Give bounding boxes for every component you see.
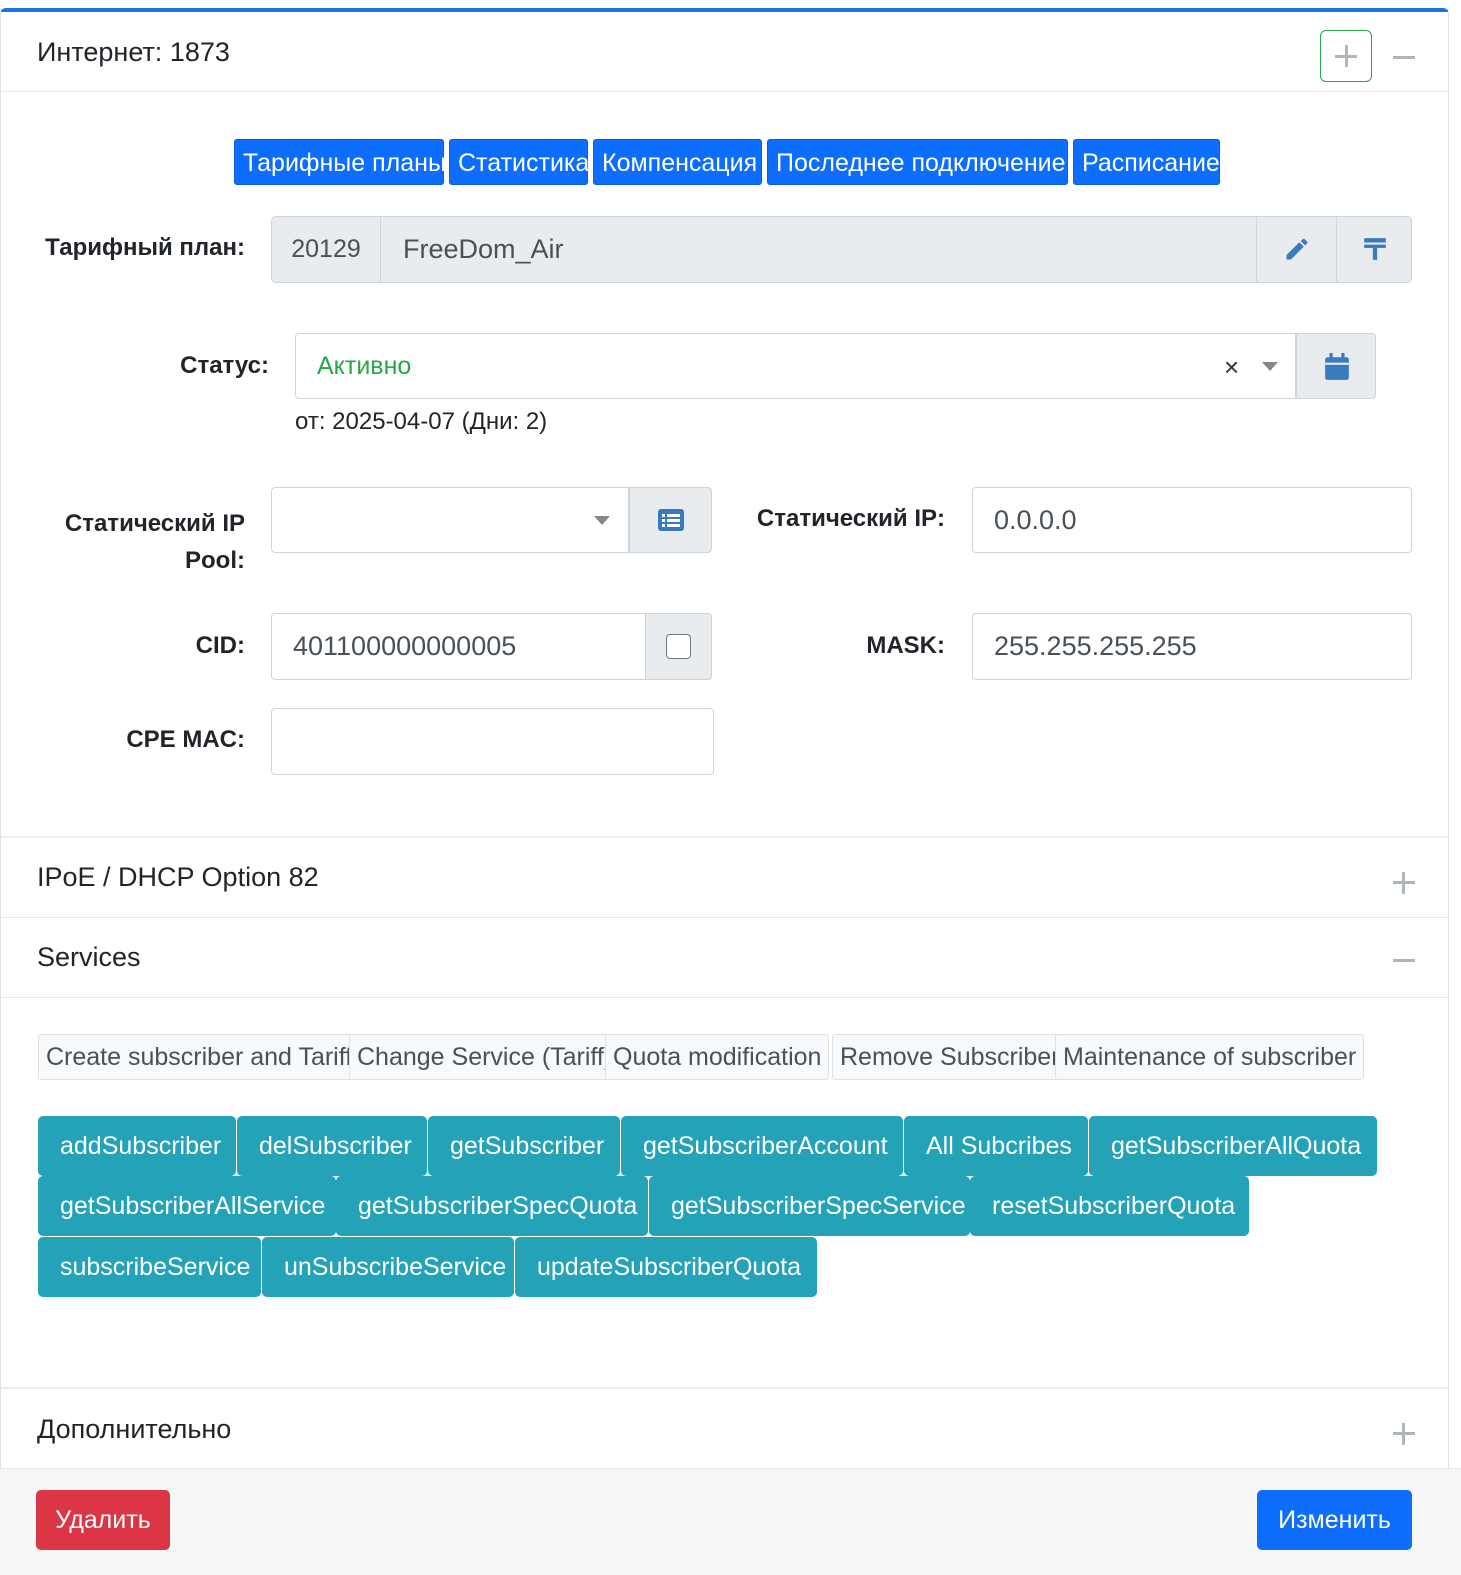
add-icon[interactable] [1320, 30, 1372, 82]
text-t-icon [1364, 238, 1386, 260]
expand-plus-icon[interactable] [1393, 872, 1415, 894]
api-get-subscriber-account[interactable]: getSubscriberAccount [621, 1116, 903, 1176]
ipoe-card-header[interactable]: IPoE / DHCP Option 82 [1, 836, 1448, 918]
status-date-button[interactable] [1296, 333, 1376, 399]
ipoe-card-title: IPoE / DHCP Option 82 [37, 862, 319, 892]
tab-compensation[interactable]: Компенсация [593, 139, 762, 185]
tab-last-connection[interactable]: Последнее подключение [767, 139, 1068, 185]
filter-tariff-button[interactable] [1336, 217, 1412, 282]
static-ip-pool-label-line2: Pool: [185, 547, 245, 574]
clear-icon[interactable]: × [1224, 334, 1239, 400]
group-change-service[interactable]: Change Service (Tariff) [349, 1034, 621, 1080]
static-ip-label: Статический IP: [756, 505, 945, 532]
collapse-minus-icon[interactable] [1393, 48, 1415, 68]
static-ip-pool-list-button[interactable] [629, 487, 712, 553]
pencil-icon [1286, 238, 1308, 260]
tariff-label: Тарифный план: [45, 234, 245, 261]
status-value: Активно [317, 352, 412, 380]
api-all-subscribes[interactable]: All Subcribes [904, 1116, 1088, 1176]
edit-button[interactable]: Изменить [1257, 1490, 1412, 1550]
api-del-subscriber[interactable]: delSubscriber [237, 1116, 427, 1176]
cid-checkbox-addon [645, 613, 712, 680]
api-get-subscriber-all-quota[interactable]: getSubscriberAllQuota [1089, 1116, 1377, 1176]
mask-input[interactable]: 255.255.255.255 [972, 613, 1412, 680]
static-ip-pool-label-line1: Статический IP [64, 510, 245, 537]
api-unsubscribe-service[interactable]: unSubscribeService [262, 1237, 514, 1297]
cpe-mac-label: CPE MAC: [126, 726, 245, 753]
group-quota-modification[interactable]: Quota modification [605, 1034, 830, 1080]
tariff-input-group: 20129 FreeDom_Air [271, 216, 1412, 283]
api-reset-subscriber-quota[interactable]: resetSubscriberQuota [970, 1176, 1249, 1236]
group-maintenance[interactable]: Maintenance of subscriber [1055, 1034, 1365, 1080]
tab-schedule[interactable]: Расписание [1073, 139, 1220, 185]
edit-tariff-button[interactable] [1256, 217, 1336, 282]
tariff-name: FreeDom_Air [403, 234, 564, 264]
cid-input[interactable]: 401100000000005 [271, 613, 646, 680]
status-select[interactable]: Активно × [295, 333, 1296, 399]
internet-card: Интернет: 1873 Тарифные планы Статистика… [0, 8, 1449, 1575]
api-update-subscriber-quota[interactable]: updateSubscriberQuota [515, 1237, 817, 1297]
status-label: Статус: [180, 352, 269, 379]
cid-checkbox[interactable] [666, 634, 691, 659]
api-add-subscriber[interactable]: addSubscriber [38, 1116, 236, 1176]
delete-button[interactable]: Удалить [36, 1490, 170, 1550]
expand-plus-icon[interactable] [1393, 1423, 1415, 1445]
services-card-header[interactable]: Services [1, 918, 1448, 998]
cid-label: CID: [195, 632, 245, 659]
group-remove-subscriber[interactable]: Remove Subscriber [832, 1034, 1068, 1080]
static-ip-pool-label: Статический IP Pool: [31, 505, 245, 579]
card-footer: Удалить Изменить [0, 1468, 1461, 1575]
extra-card-title: Дополнительно [37, 1414, 232, 1444]
static-ip-pool-select[interactable] [271, 487, 629, 553]
extra-card-header[interactable]: Дополнительно [1, 1387, 1448, 1469]
mask-label: MASK: [866, 632, 945, 659]
internet-card-title: Интернет: 1873 [37, 37, 230, 67]
list-icon [658, 509, 684, 531]
tariff-id: 20129 [272, 217, 381, 282]
api-get-subscriber-spec-quota[interactable]: getSubscriberSpecQuota [336, 1176, 648, 1236]
tab-tariff-plans[interactable]: Тарифные планы [234, 139, 446, 185]
api-get-subscriber[interactable]: getSubscriber [428, 1116, 620, 1176]
status-since: от: 2025-04-07 (Дни: 2) [295, 408, 548, 435]
static-ip-input[interactable]: 0.0.0.0 [972, 487, 1412, 553]
tab-statistics[interactable]: Статистика [449, 139, 589, 185]
api-get-subscriber-spec-service[interactable]: getSubscriberSpecService [649, 1176, 970, 1236]
chevron-down-icon [1262, 362, 1278, 371]
api-subscribe-service[interactable]: subscribeService [38, 1237, 261, 1297]
collapse-minus-icon[interactable] [1393, 959, 1415, 965]
cpe-mac-input[interactable] [271, 708, 714, 775]
chevron-down-icon [594, 516, 610, 525]
calendar-icon [1325, 353, 1349, 380]
group-create-subscriber[interactable]: Create subscriber and Tariff [38, 1034, 361, 1080]
api-get-subscriber-all-service[interactable]: getSubscriberAllService [38, 1176, 336, 1236]
internet-card-header: Интернет: 1873 [1, 12, 1448, 92]
services-card-title: Services [37, 942, 141, 972]
